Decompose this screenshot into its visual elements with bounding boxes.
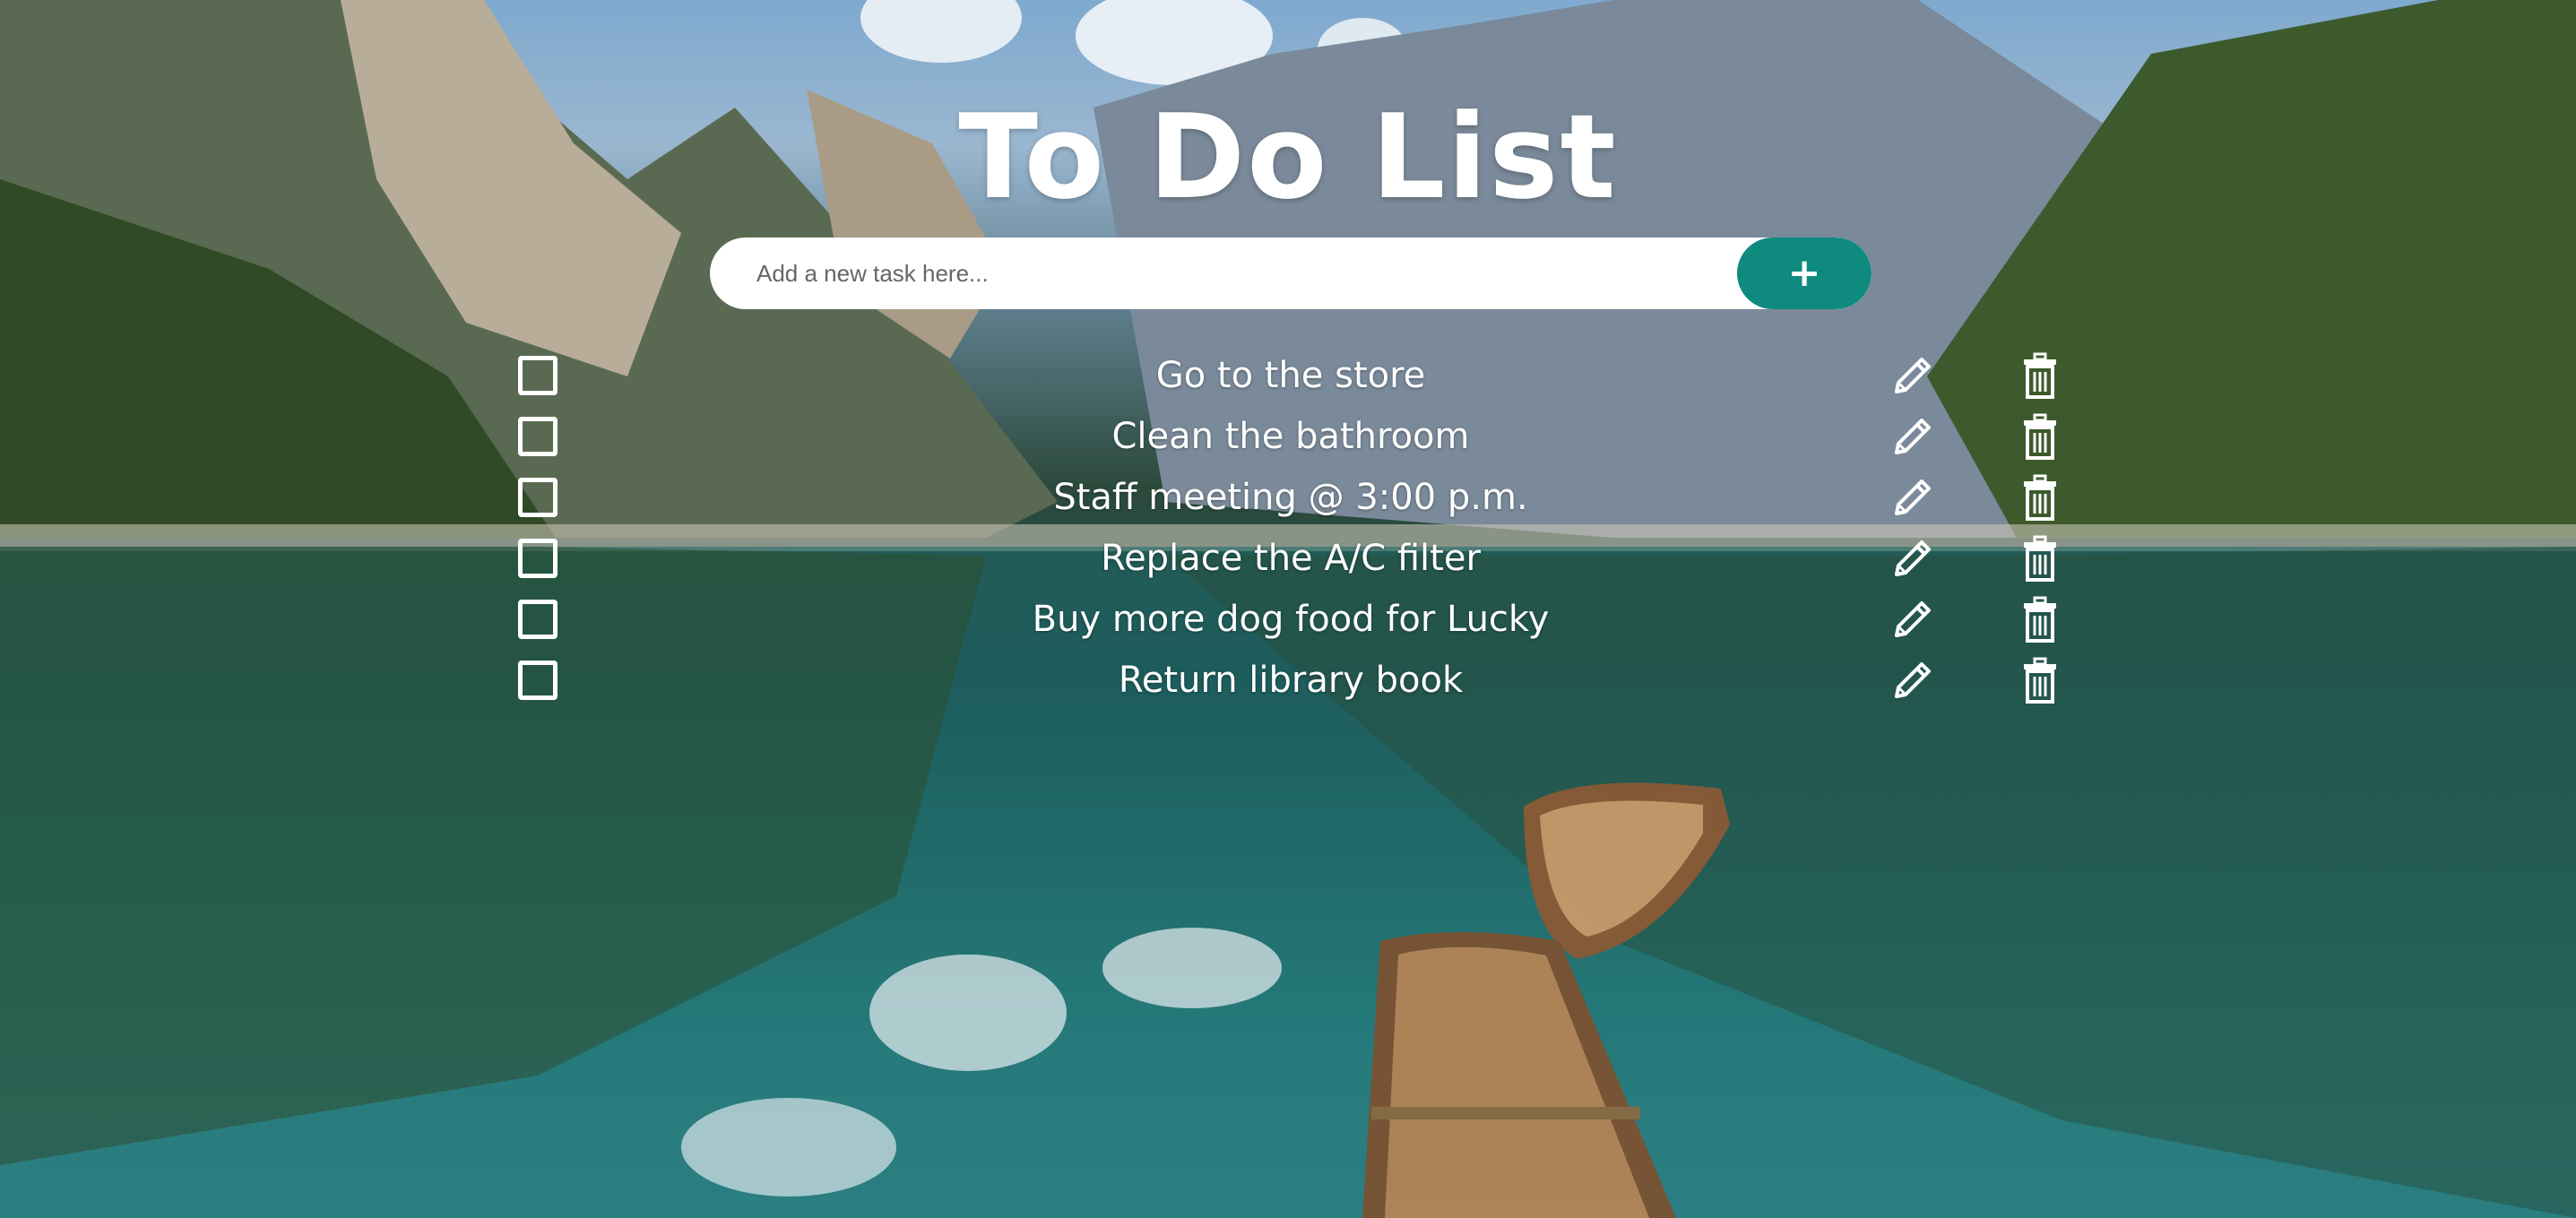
new-task-form: +: [710, 238, 1871, 309]
task-checkbox[interactable]: [518, 417, 558, 456]
task-text: Replace the A/C filter: [1101, 538, 1481, 579]
task-checkbox[interactable]: [518, 478, 558, 517]
pencil-icon[interactable]: [1889, 413, 1936, 460]
task-item: Staff meeting @ 3:00 p.m.: [0, 467, 2576, 528]
app-title: To Do List: [958, 89, 1618, 225]
trash-icon[interactable]: [2022, 474, 2058, 521]
task-text: Staff meeting @ 3:00 p.m.: [1053, 477, 1528, 518]
trash-icon[interactable]: [2022, 535, 2058, 582]
pencil-icon[interactable]: [1889, 535, 1936, 582]
new-task-input[interactable]: [710, 238, 1741, 309]
task-text: Return library book: [1118, 660, 1464, 701]
task-item: Replace the A/C filter: [0, 528, 2576, 589]
task-checkbox[interactable]: [518, 356, 558, 395]
task-checkbox[interactable]: [518, 600, 558, 639]
task-item: Return library book: [0, 650, 2576, 711]
trash-icon[interactable]: [2022, 413, 2058, 460]
task-checkbox[interactable]: [518, 661, 558, 700]
todo-app: To Do List + Go to the store: [0, 0, 2576, 1218]
task-text: Go to the store: [1155, 355, 1426, 396]
pencil-icon[interactable]: [1889, 352, 1936, 399]
task-item: Clean the bathroom: [0, 406, 2576, 467]
task-item: Go to the store: [0, 345, 2576, 406]
plus-icon: +: [1787, 250, 1821, 296]
trash-icon[interactable]: [2022, 596, 2058, 643]
task-checkbox[interactable]: [518, 539, 558, 578]
pencil-icon[interactable]: [1889, 657, 1936, 704]
task-item: Buy more dog food for Lucky: [0, 589, 2576, 650]
pencil-icon[interactable]: [1889, 474, 1936, 521]
add-task-button[interactable]: +: [1737, 238, 1871, 309]
task-list: Go to the store Clean the bathroom Staff…: [0, 345, 2576, 711]
pencil-icon[interactable]: [1889, 596, 1936, 643]
trash-icon[interactable]: [2022, 657, 2058, 704]
trash-icon[interactable]: [2022, 352, 2058, 399]
task-text: Buy more dog food for Lucky: [1032, 599, 1550, 640]
task-text: Clean the bathroom: [1111, 416, 1470, 457]
